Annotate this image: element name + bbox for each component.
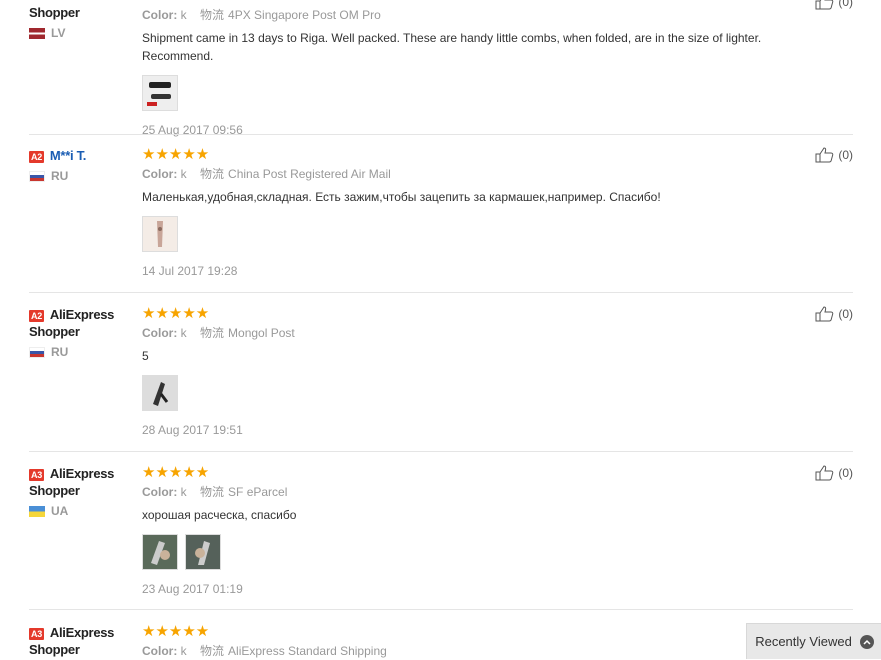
helpful-button[interactable]: (0) [815, 465, 853, 481]
helpful-button[interactable]: (0) [815, 306, 853, 322]
review-photos [142, 534, 822, 572]
reviewer-name: A2 AliExpress Shopper [29, 307, 115, 339]
flag-ua-icon [29, 506, 45, 518]
divider [29, 451, 853, 452]
review-photo[interactable] [185, 534, 222, 570]
reviewer-name: A3 AliExpress Shopper [29, 466, 115, 498]
reviewer-info: Shopper LV [29, 0, 134, 40]
review-meta: Color: k 物流 Mongol Post [142, 326, 295, 340]
review-meta: Color: k 物流 China Post Registered Air Mai… [142, 167, 391, 181]
flag-ru-icon [29, 171, 45, 183]
divider [29, 134, 853, 135]
thumbs-up-icon [815, 465, 834, 481]
reviewer-name[interactable]: A2 M**i T. [29, 147, 134, 164]
review-date: 14 Jul 2017 19:28 [142, 264, 238, 278]
review-photos [142, 216, 822, 254]
rating-stars: ★★★★★ [142, 305, 210, 322]
review-photos [142, 375, 822, 413]
review-text: Маленькая,удобная,складная. Есть зажим,ч… [142, 190, 661, 204]
thumbs-up-icon [815, 0, 834, 10]
helpful-button[interactable]: (0) [815, 147, 853, 163]
level-badge: A3 [29, 627, 44, 640]
review-meta: Color: k 物流 AliExpress Standard Shipping [142, 644, 387, 658]
review-photo[interactable] [142, 534, 178, 570]
reviewer-name: A3 AliExpress Shopper [29, 625, 115, 657]
review-photo[interactable] [142, 375, 178, 411]
review-content: ★★★★★ Color: k 物流 AliExpress Standard Shi… [142, 624, 822, 660]
review-content: ★★★★★ Color: k 物流 China Post Registered A… [142, 147, 822, 278]
rating-stars: ★★★★★ [142, 623, 210, 640]
review-photo[interactable] [142, 75, 178, 111]
recently-viewed-label: Recently Viewed [755, 634, 852, 649]
thumbs-up-icon [815, 306, 834, 322]
review-meta: Color: k 物流 4PX Singapore Post OM Pro [142, 8, 381, 22]
review-text: хорошая расческа, спасибо [142, 508, 297, 522]
review-content: ★★★★★ Color: k 物流 SF eParcel хорошая расч… [142, 465, 822, 596]
divider [29, 609, 853, 610]
helpful-button[interactable]: (0) [815, 0, 853, 10]
review-content: ★★★★★ Color: k 物流 Mongol Post 5 28 Aug 20… [142, 306, 822, 437]
reviewer-info: A2 M**i T. RU [29, 147, 134, 183]
review-date: 23 Aug 2017 01:19 [142, 582, 243, 596]
chevron-up-icon [859, 634, 874, 649]
review-text: Shipment came in 13 days to Riga. Well p… [142, 31, 762, 63]
review-content: Color: k 物流 4PX Singapore Post OM Pro Shi… [142, 6, 822, 137]
flag-lv-icon [29, 28, 45, 40]
review-text: 5 [142, 349, 149, 363]
reviewer-info: A3 AliExpress Shopper UA [29, 465, 134, 518]
reviewer-info: A2 AliExpress Shopper RU [29, 306, 134, 359]
reviewer-info: A3 AliExpress Shopper [29, 624, 134, 658]
review-photo[interactable] [142, 216, 178, 252]
reviewer-name: Shopper [29, 5, 80, 20]
reviewer-country: UA [29, 504, 134, 518]
rating-stars: ★★★★★ [142, 464, 210, 481]
divider [29, 292, 853, 293]
reviewer-country: RU [29, 169, 134, 183]
reviewer-country: LV [29, 26, 134, 40]
level-badge: A3 [29, 468, 44, 481]
level-badge: A2 [29, 309, 44, 322]
review-meta: Color: k 物流 SF eParcel [142, 485, 288, 499]
review-photos [142, 75, 822, 113]
recently-viewed-button[interactable]: Recently Viewed [746, 623, 881, 659]
review-date: 28 Aug 2017 19:51 [142, 423, 243, 437]
flag-ru-icon [29, 347, 45, 359]
thumbs-up-icon [815, 147, 834, 163]
level-badge: A2 [29, 150, 44, 163]
reviewer-country: RU [29, 345, 134, 359]
rating-stars: ★★★★★ [142, 146, 210, 163]
